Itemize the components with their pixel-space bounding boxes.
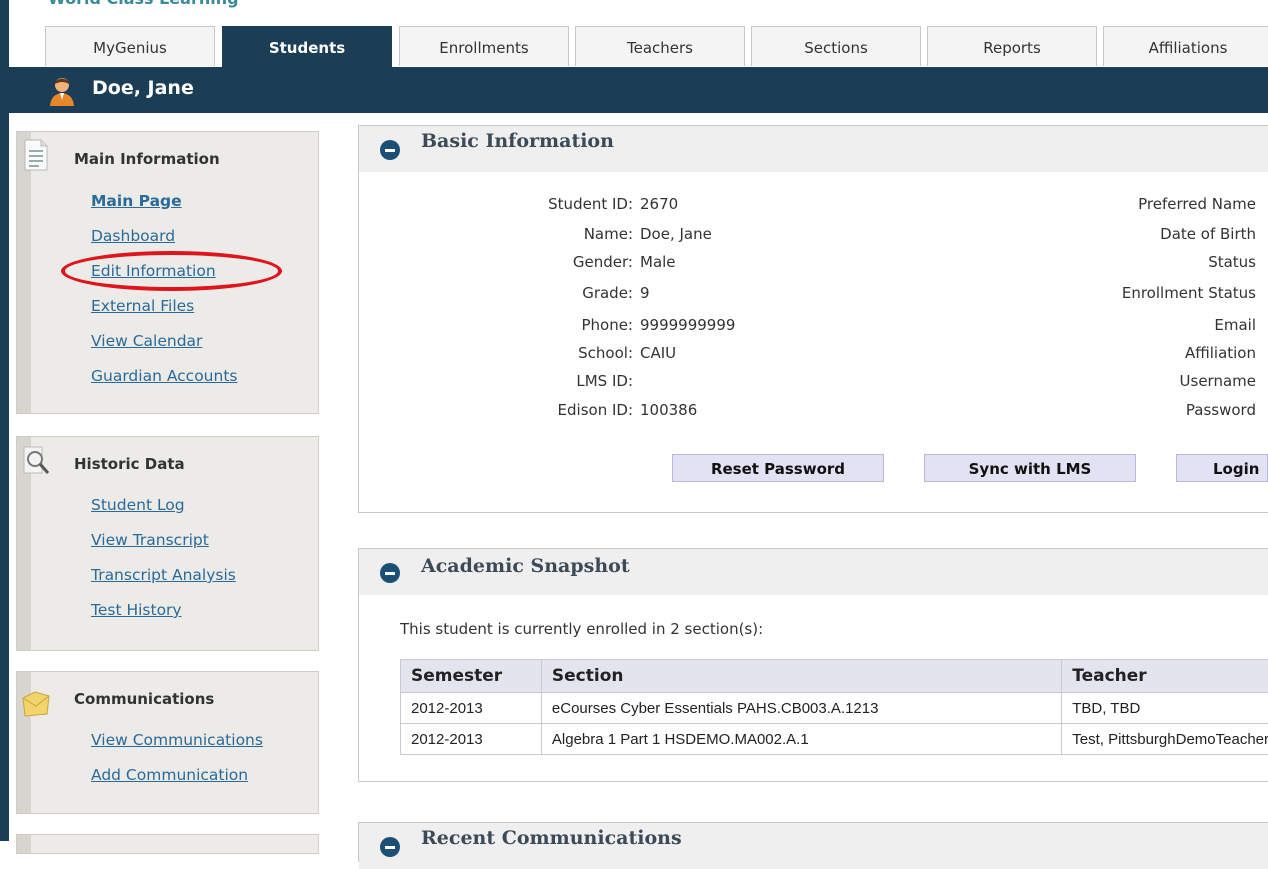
sidebar-link-test-history[interactable]: Test History <box>91 601 182 619</box>
panel-header: Recent Communications <box>359 823 1268 869</box>
label-gender: Gender: <box>333 253 633 271</box>
student-name: Doe, Jane <box>92 77 194 99</box>
label-name: Name: <box>333 225 633 243</box>
value-phone: 9999999999 <box>640 316 735 334</box>
value-edison-id: 100386 <box>640 401 697 419</box>
label-lms-id: LMS ID: <box>333 372 633 390</box>
panel-title-academic-snapshot: Academic Snapshot <box>421 555 630 577</box>
sidebar-link-main-page[interactable]: Main Page <box>91 192 182 210</box>
sidebar-historic-data: Historic Data Student Log View Transcrip… <box>16 436 319 651</box>
column-semester[interactable]: Semester <box>401 660 542 693</box>
cell-teacher: Test, PittsburghDemoTeacher <box>1062 724 1268 755</box>
sidebar-next-box <box>16 834 319 854</box>
reset-password-button[interactable]: Reset Password <box>672 454 884 482</box>
tab-sections[interactable]: Sections <box>751 26 921 66</box>
label-school: School: <box>333 344 633 362</box>
cell-teacher: TBD, TBD <box>1062 693 1268 724</box>
sections-table: Semester Section Teacher 2012-2013 eCour… <box>400 659 1268 755</box>
label-student-id: Student ID: <box>333 195 633 213</box>
panel-header: Academic Snapshot <box>359 549 1268 595</box>
sidebar-strip <box>17 835 31 853</box>
label-preferred-name: Preferred Name <box>996 195 1256 213</box>
sidebar-link-view-calendar[interactable]: View Calendar <box>91 332 202 350</box>
table-row: 2012-2013 Algebra 1 Part 1 HSDEMO.MA002.… <box>401 724 1268 755</box>
sidebar-link-external-files[interactable]: External Files <box>91 297 194 315</box>
label-phone: Phone: <box>333 316 633 334</box>
student-header-bar: Doe, Jane <box>9 67 1268 113</box>
column-teacher[interactable]: Teacher <box>1062 660 1268 693</box>
sidebar-title-communications: Communications <box>74 690 214 708</box>
label-grade: Grade: <box>333 284 633 302</box>
document-icon <box>21 138 51 172</box>
cell-section: Algebra 1 Part 1 HSDEMO.MA002.A.1 <box>541 724 1061 755</box>
recent-communications-panel: Recent Communications <box>358 822 1268 862</box>
sidebar-title-historic-data: Historic Data <box>74 455 185 473</box>
collapse-icon[interactable] <box>380 563 400 583</box>
site-tagline: World Class Learning <box>48 0 239 8</box>
collapse-icon[interactable] <box>380 837 400 857</box>
magnifier-document-icon <box>21 443 51 477</box>
sidebar-link-dashboard[interactable]: Dashboard <box>91 227 175 245</box>
table-row: 2012-2013 eCourses Cyber Essentials PAHS… <box>401 693 1268 724</box>
student-avatar-icon <box>47 76 77 106</box>
value-school: CAIU <box>640 344 676 362</box>
tab-affiliations[interactable]: Affiliations <box>1103 26 1268 66</box>
sidebar-communications: Communications View Communications Add C… <box>16 671 319 814</box>
panel-title-recent-communications: Recent Communications <box>421 827 682 849</box>
collapse-icon[interactable] <box>380 140 400 160</box>
value-student-id: 2670 <box>640 195 678 213</box>
cell-semester: 2012-2013 <box>401 724 542 755</box>
login-button[interactable]: Login <box>1176 454 1268 482</box>
table-header-row: Semester Section Teacher <box>401 660 1268 693</box>
label-password: Password <box>996 401 1256 419</box>
tab-students[interactable]: Students <box>222 26 392 67</box>
column-section[interactable]: Section <box>541 660 1061 693</box>
sidebar-title-main-information: Main Information <box>74 150 220 168</box>
sidebar-link-guardian-accounts[interactable]: Guardian Accounts <box>91 367 238 385</box>
sync-with-lms-button[interactable]: Sync with LMS <box>924 454 1136 482</box>
value-name: Doe, Jane <box>640 225 712 243</box>
cell-semester: 2012-2013 <box>401 693 542 724</box>
highlight-ellipse <box>61 251 282 291</box>
label-edison-id: Edison ID: <box>333 401 633 419</box>
label-status: Status <box>996 253 1256 271</box>
label-username: Username <box>996 372 1256 390</box>
sidebar-strip <box>17 132 31 413</box>
tab-enrollments[interactable]: Enrollments <box>399 26 569 66</box>
enrollment-summary: This student is currently enrolled in 2 … <box>400 620 763 638</box>
panel-header: Basic Information <box>359 126 1268 172</box>
label-date-of-birth: Date of Birth <box>996 225 1256 243</box>
tab-reports[interactable]: Reports <box>927 26 1097 66</box>
sidebar-link-student-log[interactable]: Student Log <box>91 496 185 514</box>
envelope-icon <box>21 686 51 720</box>
panel-title-basic-information: Basic Information <box>421 130 614 152</box>
sidebar-link-add-communication[interactable]: Add Communication <box>91 766 248 784</box>
left-border <box>0 0 9 841</box>
cell-section: eCourses Cyber Essentials PAHS.CB003.A.1… <box>541 693 1061 724</box>
value-grade: 9 <box>640 284 650 302</box>
label-enrollment-status: Enrollment Status <box>996 284 1256 302</box>
tab-mygenius[interactable]: MyGenius <box>45 26 215 66</box>
sidebar-link-view-transcript[interactable]: View Transcript <box>91 531 209 549</box>
sidebar-link-transcript-analysis[interactable]: Transcript Analysis <box>91 566 236 584</box>
sidebar-link-view-communications[interactable]: View Communications <box>91 731 263 749</box>
value-gender: Male <box>640 253 676 271</box>
label-affiliation: Affiliation <box>996 344 1256 362</box>
tab-teachers[interactable]: Teachers <box>575 26 745 66</box>
label-email: Email <box>996 316 1256 334</box>
